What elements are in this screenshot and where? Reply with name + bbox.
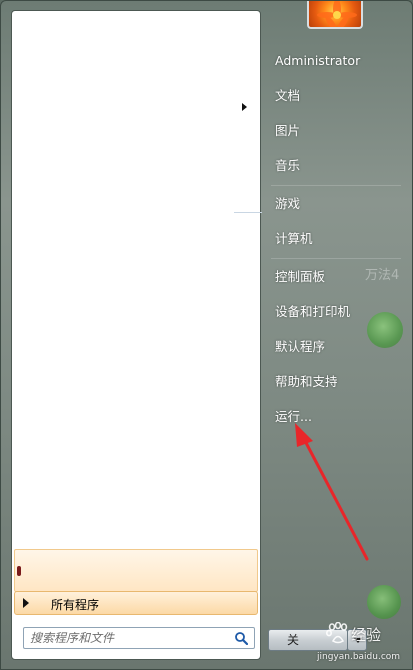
all-programs-button[interactable]: 所有程序 xyxy=(14,591,258,615)
divider xyxy=(271,258,401,259)
search-input[interactable] xyxy=(30,628,230,648)
control-panel-link[interactable]: 控制面板 xyxy=(269,264,409,290)
flower-icon xyxy=(317,1,357,27)
annotation-arrow-icon xyxy=(295,423,369,561)
recent-program-item[interactable] xyxy=(14,549,258,592)
divider xyxy=(271,185,401,186)
pinned-item-arrow-icon[interactable] xyxy=(242,103,247,111)
start-menu: 万法4 所有程序 搜索程序和文件 Administrator 文档 图片 音乐 … xyxy=(0,0,413,670)
program-icon xyxy=(17,566,21,576)
search-box[interactable] xyxy=(23,627,255,649)
run-link[interactable]: 运行... xyxy=(269,404,409,430)
triangle-down-icon xyxy=(354,638,362,643)
all-programs-label: 所有程序 xyxy=(51,598,100,612)
watermark-url: jingyan.baidu.com xyxy=(317,652,401,662)
default-programs-link[interactable]: 默认程序 xyxy=(269,334,409,360)
shutdown-button[interactable]: 关 xyxy=(268,629,348,651)
user-avatar[interactable] xyxy=(307,1,363,29)
computer-link[interactable]: 计算机 xyxy=(269,226,409,252)
divider xyxy=(234,212,262,213)
left-pane: 所有程序 xyxy=(11,10,262,660)
games-link[interactable]: 游戏 xyxy=(269,191,409,217)
background-decoration xyxy=(367,585,401,619)
devices-printers-link[interactable]: 设备和打印机 xyxy=(269,299,409,325)
username-link[interactable]: Administrator xyxy=(269,48,409,74)
search-icon[interactable] xyxy=(234,631,248,645)
documents-link[interactable]: 文档 xyxy=(269,83,409,109)
shutdown-options-button[interactable] xyxy=(347,629,367,651)
triangle-right-icon xyxy=(23,598,29,608)
help-support-link[interactable]: 帮助和支持 xyxy=(269,369,409,395)
pictures-link[interactable]: 图片 xyxy=(269,118,409,144)
music-link[interactable]: 音乐 xyxy=(269,153,409,179)
